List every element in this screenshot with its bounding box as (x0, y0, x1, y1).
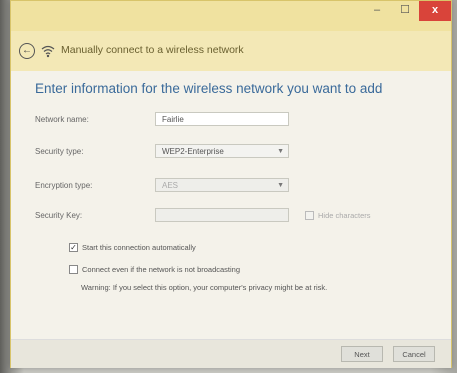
security-type-label: Security type: (35, 147, 84, 156)
chevron-down-icon: ▼ (277, 182, 284, 189)
checkmark-icon: ✓ (70, 243, 77, 252)
dialog-window: – ☐ x ← Manually connect to a wireless n… (10, 0, 452, 368)
security-type-value: WEP2-Enterprise (162, 147, 224, 156)
security-key-label: Security Key: (35, 211, 83, 220)
page-heading: Enter information for the wireless netwo… (35, 81, 383, 96)
hide-characters-checkbox[interactable] (305, 211, 314, 220)
minimize-button[interactable]: – (363, 1, 391, 21)
back-arrow-icon[interactable]: ← (19, 43, 35, 59)
next-button[interactable]: Next (341, 346, 383, 362)
chevron-down-icon: ▼ (277, 148, 284, 155)
wireless-network-icon (41, 45, 55, 58)
privacy-warning: Warning: If you select this option, your… (81, 283, 328, 292)
start-automatically-label: Start this connection automatically (82, 243, 196, 252)
cancel-button[interactable]: Cancel (393, 346, 435, 362)
network-name-input[interactable]: Fairlie (155, 112, 289, 126)
wizard-footer: Next Cancel (11, 339, 451, 368)
wizard-content: Enter information for the wireless netwo… (11, 71, 451, 339)
connect-not-broadcasting-checkbox[interactable] (69, 265, 78, 274)
title-bar: – ☐ x (11, 1, 451, 31)
start-automatically-checkbox[interactable]: ✓ (69, 243, 78, 252)
connect-not-broadcasting-label: Connect even if the network is not broad… (82, 265, 241, 274)
wizard-header: ← Manually connect to a wireless network (11, 31, 451, 71)
security-key-input[interactable] (155, 208, 289, 222)
close-button[interactable]: x (419, 1, 451, 21)
encryption-type-label: Encryption type: (35, 181, 93, 190)
hide-characters-label: Hide characters (318, 211, 371, 220)
maximize-button[interactable]: ☐ (391, 1, 419, 21)
encryption-type-value: AES (162, 181, 179, 190)
network-name-label: Network name: (35, 115, 89, 124)
wizard-title: Manually connect to a wireless network (61, 44, 244, 56)
security-type-dropdown[interactable]: WEP2-Enterprise ▼ (155, 144, 289, 158)
encryption-type-dropdown[interactable]: AES ▼ (155, 178, 289, 192)
